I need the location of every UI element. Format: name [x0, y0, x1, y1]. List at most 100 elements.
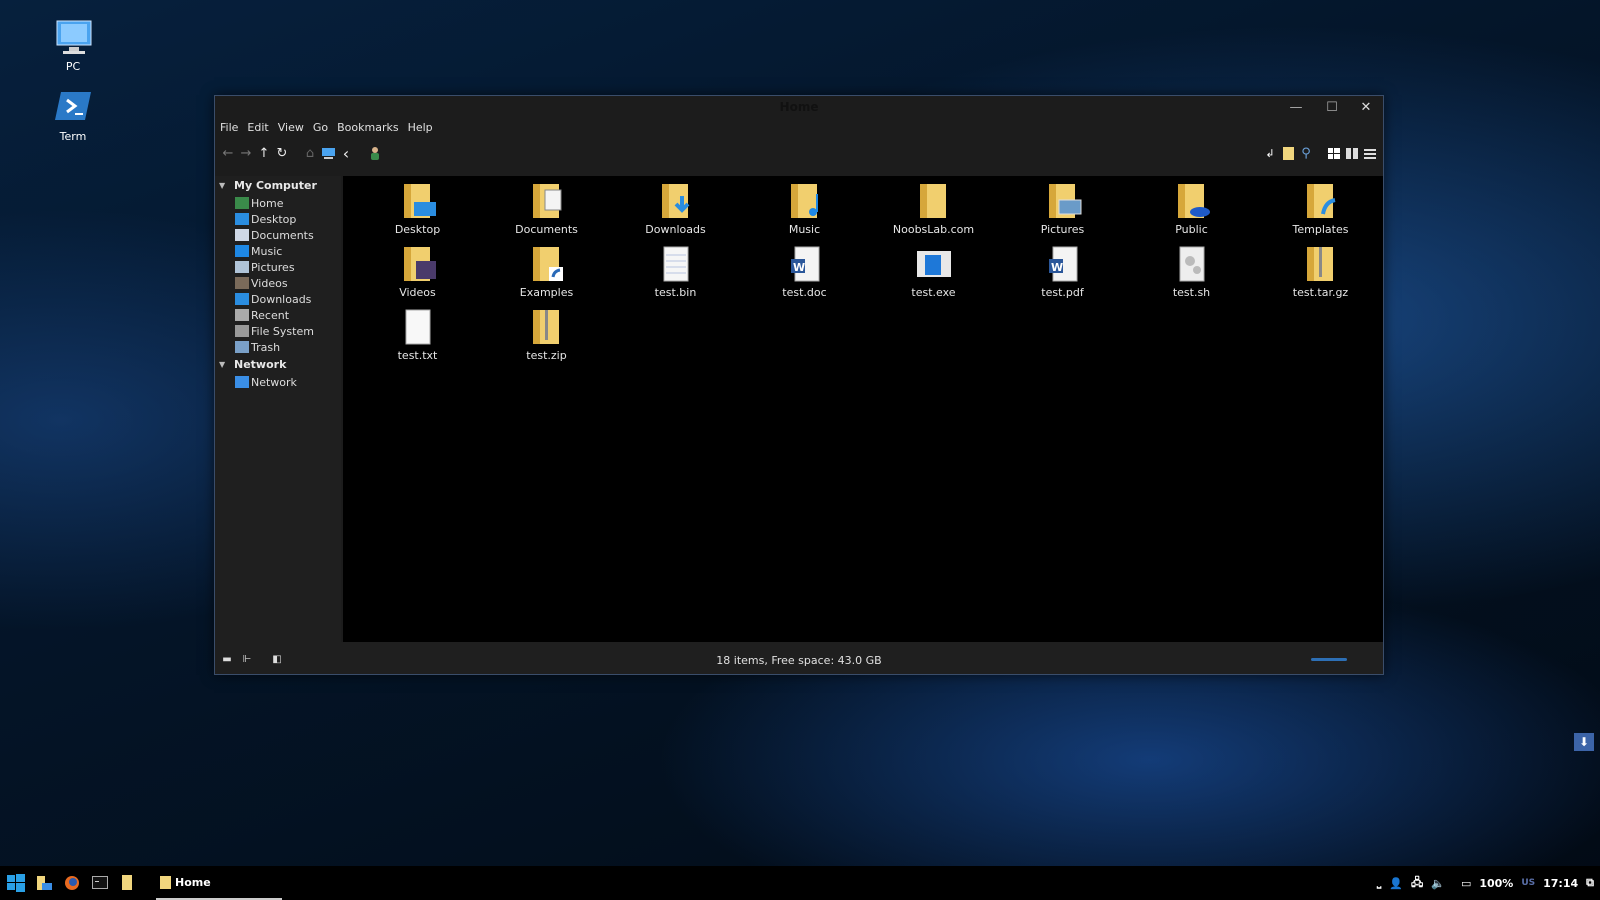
archive-icon	[1301, 245, 1341, 285]
file-item[interactable]: Downloads	[611, 182, 740, 245]
sidebar-section-my-computer[interactable]: ▼ My Computer	[215, 176, 341, 195]
file-item[interactable]: Music	[740, 182, 869, 245]
file-name: Downloads	[645, 223, 706, 236]
windows-logo-icon	[7, 874, 25, 892]
menu-file[interactable]: File	[220, 121, 238, 134]
sidebar-item-pictures[interactable]: Pictures	[215, 259, 341, 275]
battery-indicator[interactable]: ▭ 100%	[1453, 877, 1513, 890]
sidebar-item-home[interactable]: Home	[215, 195, 341, 211]
file-manager-window: Home — ☐ ✕ File Edit View Go Bookmarks H…	[214, 95, 1384, 675]
network-icon[interactable]: 🖧	[1411, 874, 1423, 893]
menu-help[interactable]: Help	[408, 121, 433, 134]
file-item[interactable]: test.exe	[869, 245, 998, 308]
volume-icon[interactable]: 🔈	[1431, 877, 1445, 890]
file-item[interactable]: Public	[1127, 182, 1256, 245]
sidebar-item-downloads[interactable]: Downloads	[215, 291, 341, 307]
menu-view[interactable]: View	[278, 121, 304, 134]
file-item[interactable]: test.bin	[611, 245, 740, 308]
notification-download-button[interactable]: ⬇	[1574, 733, 1594, 751]
launcher-file-manager[interactable]	[32, 871, 56, 895]
file-name: NoobsLab.com	[892, 223, 975, 236]
file-item[interactable]: Documents	[482, 182, 611, 245]
file-item[interactable]: test.tar.gz	[1256, 245, 1385, 308]
zoom-slider[interactable]	[1311, 658, 1347, 661]
menu-go[interactable]: Go	[313, 121, 328, 134]
sidebar-item-recent[interactable]: Recent	[215, 307, 341, 323]
maximize-button[interactable]: ☐	[1317, 99, 1347, 117]
forward-button[interactable]: →	[237, 142, 255, 164]
file-item[interactable]: test.zip	[482, 308, 611, 371]
desktop-icon-term[interactable]: Term	[38, 88, 108, 143]
titlebar[interactable]: Home — ☐ ✕	[215, 96, 1383, 118]
clock[interactable]: 17:14	[1543, 877, 1578, 890]
icon-view-icon	[1328, 147, 1340, 159]
open-terminal-button[interactable]: ↲	[1261, 142, 1279, 164]
file-item[interactable]: test.txt	[353, 308, 482, 371]
folder-icon	[122, 875, 132, 890]
home-button[interactable]: ⌂	[301, 142, 319, 164]
network-icon	[235, 376, 249, 388]
sidebar-section-network[interactable]: ▼ Network	[215, 355, 341, 374]
keyboard-layout[interactable]: US	[1521, 878, 1535, 888]
minimize-button[interactable]: —	[1281, 99, 1311, 117]
system-tray: ⎵ 👤 🖧 🔈 ▭ 100% US 17:14 ⧉	[1369, 866, 1594, 900]
file-item[interactable]: Videos	[353, 245, 482, 308]
sidebar-item-videos[interactable]: Videos	[215, 275, 341, 291]
sidebar-item-music[interactable]: Music	[215, 243, 341, 259]
svg-text:W: W	[1051, 261, 1063, 274]
files-icon	[37, 876, 52, 890]
menu-bookmarks[interactable]: Bookmarks	[337, 121, 398, 134]
file-name: test.tar.gz	[1292, 286, 1349, 299]
launcher-firefox[interactable]	[60, 871, 84, 895]
file-item[interactable]: Examples	[482, 245, 611, 308]
compact-view-button[interactable]	[1343, 142, 1361, 164]
desktop-icon-pc[interactable]: PC	[38, 18, 108, 73]
sidebar-section-title: Network	[234, 358, 287, 371]
file-item[interactable]: Wtest.doc	[740, 245, 869, 308]
user-icon[interactable]: 👤	[1389, 877, 1403, 890]
pictures-icon	[235, 261, 249, 273]
toggle-places-button[interactable]	[1279, 142, 1297, 164]
icon-view-button[interactable]	[1325, 142, 1343, 164]
sidebar-item-label: Music	[251, 244, 283, 258]
launcher-folder[interactable]	[116, 871, 140, 895]
menu-edit[interactable]: Edit	[247, 121, 268, 134]
sidebar-item-label: Trash	[251, 340, 281, 354]
sidebar-item-network[interactable]: Network	[215, 374, 341, 390]
show-desktop-icon[interactable]: ⧉	[1586, 876, 1594, 890]
file-name: Examples	[519, 286, 574, 299]
home-breadcrumb[interactable]	[363, 142, 387, 164]
task-home[interactable]: Home	[156, 866, 282, 900]
keyboard-icon[interactable]: ⎵	[1377, 876, 1381, 890]
sidebar-item-trash[interactable]: Trash	[215, 339, 341, 355]
word-file-icon: W	[785, 245, 825, 285]
sidebar-item-label: Recent	[251, 308, 290, 322]
list-view-button[interactable]	[1361, 142, 1379, 164]
file-item[interactable]: Pictures	[998, 182, 1127, 245]
close-button[interactable]: ✕	[1351, 99, 1381, 117]
toolbar: ← → ↑ ↻ ⌂ ‹ ↲ ⚲	[215, 136, 1383, 170]
file-item[interactable]: test.sh	[1127, 245, 1256, 308]
path-chevron-button[interactable]: ‹	[337, 142, 355, 164]
sidebar-item-documents[interactable]: Documents	[215, 227, 341, 243]
search-button[interactable]: ⚲	[1297, 142, 1315, 164]
back-button[interactable]: ←	[219, 142, 237, 164]
sidebar-item-desktop[interactable]: Desktop	[215, 211, 341, 227]
expand-triangle-icon: ▼	[219, 181, 226, 190]
file-item[interactable]: NoobsLab.com	[869, 182, 998, 245]
sidebar-section-title: My Computer	[234, 179, 317, 192]
start-button[interactable]	[4, 871, 28, 895]
file-view[interactable]: Desktop Documents Downloads Music NoobsLab.c…	[343, 176, 1383, 642]
launcher-terminal[interactable]	[88, 871, 112, 895]
file-item[interactable]: Desktop	[353, 182, 482, 245]
file-item[interactable]: Templates	[1256, 182, 1385, 245]
folder-icon	[1043, 182, 1083, 222]
file-name: test.doc	[782, 286, 827, 299]
up-button[interactable]: ↑	[255, 142, 273, 164]
sidebar-item-file-system[interactable]: File System	[215, 323, 341, 339]
reload-button[interactable]: ↻	[273, 142, 291, 164]
computer-button[interactable]	[319, 142, 337, 164]
file-item[interactable]: Wtest.pdf	[998, 245, 1127, 308]
firefox-icon	[65, 876, 79, 890]
sidebar-item-label: Downloads	[251, 292, 312, 306]
